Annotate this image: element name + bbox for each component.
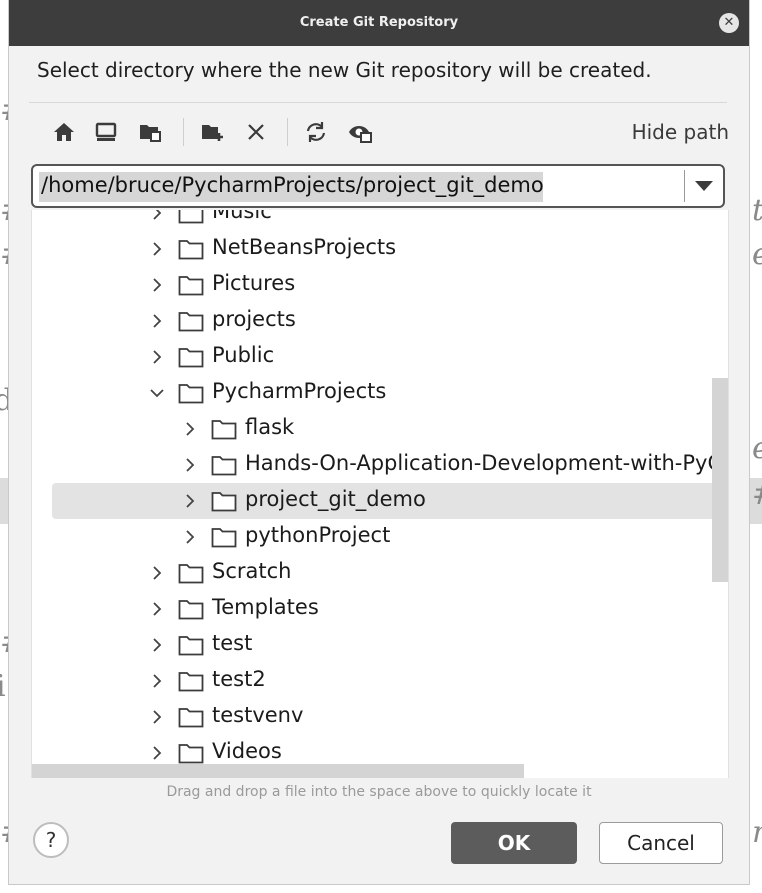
chevron-right-icon[interactable]: [148, 348, 166, 366]
tree-row[interactable]: test2: [32, 663, 728, 699]
chevron-right-icon[interactable]: [181, 528, 199, 546]
path-input[interactable]: [39, 171, 683, 199]
directory-tree[interactable]: Music NetBeansProjects Pictures projects Pub…: [31, 210, 729, 778]
tree-row-label: test2: [212, 667, 266, 691]
tree-row[interactable]: PycharmProjects: [32, 375, 728, 411]
chevron-right-icon[interactable]: [148, 600, 166, 618]
folder-icon: [211, 420, 237, 440]
chevron-down-icon[interactable]: [695, 181, 713, 191]
divider: [29, 102, 727, 103]
folder-icon: [178, 600, 204, 620]
tree-row[interactable]: projects: [32, 303, 728, 339]
folder-icon: [178, 744, 204, 764]
tree-row[interactable]: pythonProject: [32, 519, 728, 555]
show-hidden-icon[interactable]: [345, 114, 375, 150]
tree-row-label: NetBeansProjects: [212, 235, 397, 259]
tree-row[interactable]: Scratch: [32, 555, 728, 591]
background-editor-fragment: t: [752, 196, 762, 226]
folder-icon: [178, 240, 204, 260]
tree-row-label: PycharmProjects: [212, 379, 387, 403]
chevron-right-icon[interactable]: [148, 276, 166, 294]
tree-row-label: Pictures: [212, 271, 296, 295]
tree-row[interactable]: testvenv: [32, 699, 728, 735]
tree-row[interactable]: Public: [32, 339, 728, 375]
combo-divider: [684, 170, 685, 202]
tree-row-label: pythonProject: [245, 523, 391, 547]
background-editor-fragment: i: [0, 669, 6, 704]
tree-row-label: Scratch: [212, 559, 292, 583]
chevron-right-icon[interactable]: [148, 312, 166, 330]
help-button[interactable]: ?: [33, 822, 69, 858]
tree-row-label: Videos: [212, 739, 282, 763]
cancel-button[interactable]: Cancel: [599, 822, 723, 864]
dialog-titlebar[interactable]: Create Git Repository ✕: [9, 0, 749, 46]
tree-row[interactable]: project_git_demo: [32, 483, 728, 519]
tree-row-label: testvenv: [212, 703, 304, 727]
desktop-icon[interactable]: [91, 114, 121, 150]
folder-icon: [211, 492, 237, 512]
tree-row[interactable]: test: [32, 627, 728, 663]
dialog-description: Select directory where the new Git repos…: [37, 58, 652, 82]
hide-path-link[interactable]: Hide path: [632, 120, 729, 144]
tree-row[interactable]: Templates: [32, 591, 728, 627]
tree-row[interactable]: flask: [32, 411, 728, 447]
toolbar-separator: [287, 118, 288, 146]
folder-icon: [178, 210, 204, 224]
chevron-right-icon[interactable]: [148, 744, 166, 762]
tree-row-label: project_git_demo: [245, 487, 426, 511]
chevron-right-icon[interactable]: [148, 240, 166, 258]
folder-icon: [178, 672, 204, 692]
file-chooser-toolbar: Hide path: [49, 114, 729, 150]
background-editor-fragment: n: [752, 818, 762, 848]
background-editor-strip: [0, 478, 8, 524]
folder-icon: [211, 456, 237, 476]
chevron-right-icon[interactable]: [148, 672, 166, 690]
tree-row-label: Public: [212, 343, 275, 367]
chevron-right-icon[interactable]: [148, 564, 166, 582]
tree-row-label: flask: [245, 415, 295, 439]
folder-icon: [211, 528, 237, 548]
background-editor-fragment: e: [752, 434, 762, 464]
toolbar-separator: [183, 118, 184, 146]
folder-icon: [178, 312, 204, 332]
tree-row-label: Music: [212, 210, 272, 223]
ok-button[interactable]: OK: [451, 822, 577, 864]
chevron-right-icon[interactable]: [148, 636, 166, 654]
tree-row-label: Hands-On-Application-Development-with-Py…: [245, 451, 729, 475]
dialog-title: Create Git Repository: [299, 15, 459, 30]
folder-icon: [178, 564, 204, 584]
home-icon[interactable]: [49, 114, 79, 150]
horizontal-scrollbar[interactable]: [32, 764, 524, 778]
background-editor-fragment: #: [752, 480, 762, 510]
chevron-down-icon[interactable]: [148, 384, 166, 402]
vertical-scrollbar[interactable]: [712, 378, 728, 582]
background-editor-fragment: e: [752, 240, 762, 270]
close-icon[interactable]: ✕: [719, 13, 739, 33]
drag-drop-hint: Drag and drop a file into the space abov…: [166, 784, 592, 800]
folder-icon: [178, 636, 204, 656]
chevron-right-icon[interactable]: [181, 420, 199, 438]
tree-row[interactable]: NetBeansProjects: [32, 231, 728, 267]
create-git-repository-dialog: Create Git Repository ✕ Select directory…: [8, 0, 750, 885]
folder-icon: [178, 708, 204, 728]
chevron-right-icon[interactable]: [148, 210, 166, 222]
delete-icon[interactable]: [241, 114, 271, 150]
path-combobox[interactable]: [31, 164, 725, 208]
tree-row-label: projects: [212, 307, 296, 331]
tree-row[interactable]: Music: [32, 210, 728, 231]
tree-row[interactable]: Hands-On-Application-Development-with-Py…: [32, 447, 728, 483]
refresh-icon[interactable]: [301, 114, 331, 150]
tree-row[interactable]: Pictures: [32, 267, 728, 303]
chevron-right-icon[interactable]: [181, 456, 199, 474]
chevron-right-icon[interactable]: [181, 492, 199, 510]
tree-row-label: Templates: [212, 595, 319, 619]
folder-icon: [178, 276, 204, 296]
new-folder-icon[interactable]: [197, 114, 227, 150]
tree-row-label: test: [212, 631, 253, 655]
folder-icon: [178, 348, 204, 368]
project-icon[interactable]: [135, 114, 165, 150]
chevron-right-icon[interactable]: [148, 708, 166, 726]
folder-icon: [178, 384, 204, 404]
